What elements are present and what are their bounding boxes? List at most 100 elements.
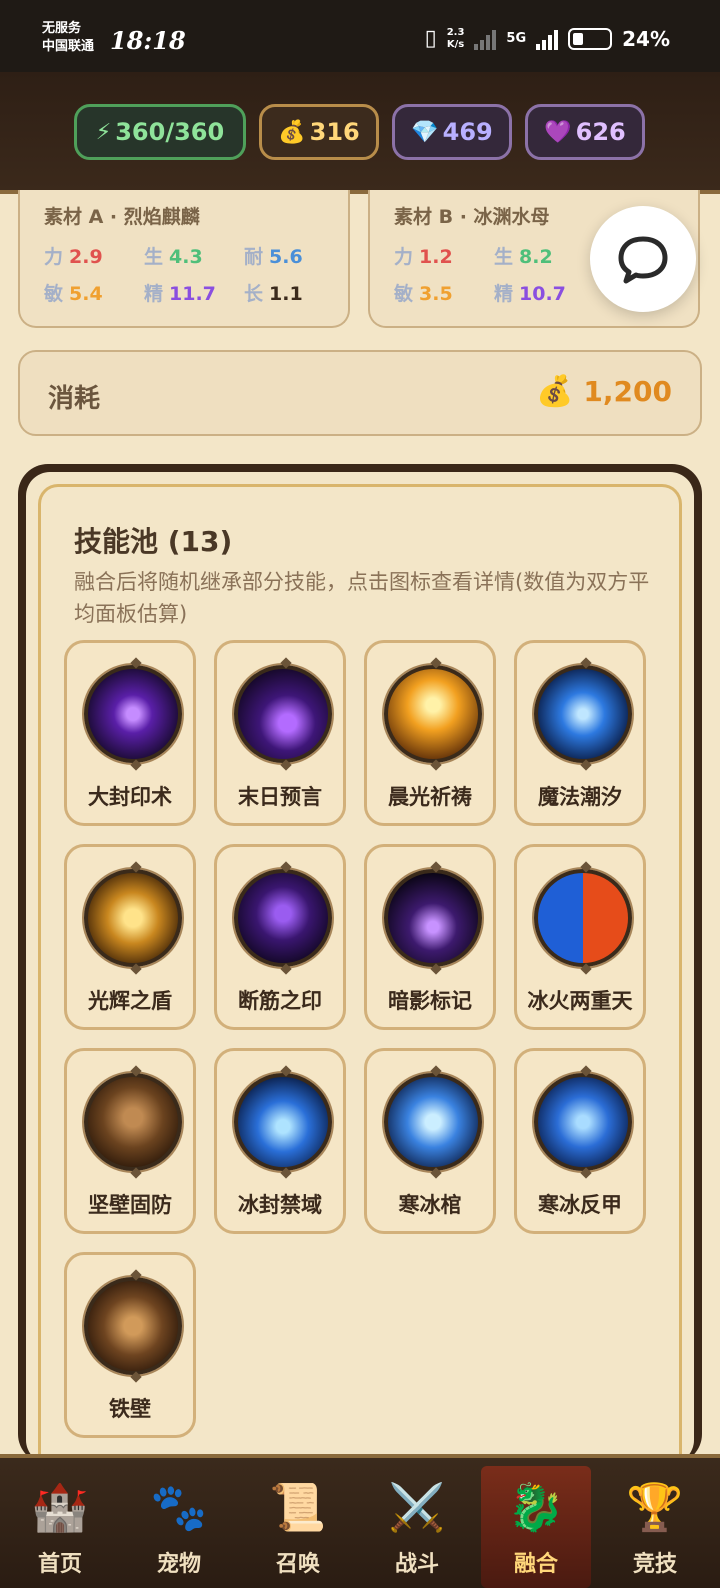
skill-card-grand-seal[interactable]: 大封印术 <box>64 640 196 826</box>
status-icons: ▯ 2.3 K/s 5G 24% <box>425 26 670 51</box>
skill-name: 冰火两重天 <box>527 989 633 1013</box>
lightning-icon: ⚡ <box>95 119 112 145</box>
nav-label: 宠物 <box>156 1552 201 1577</box>
energy-value: 360/360 <box>115 118 225 146</box>
energy-counter[interactable]: ⚡ 360/360 <box>74 104 246 160</box>
skill-card-fortify[interactable]: 坚壁固防 <box>64 1048 196 1234</box>
resource-header: ⚡ 360/360 💰 316 💎 469 💜 626 <box>0 72 720 194</box>
clock: 18:18 <box>110 26 186 55</box>
diamond-value: 469 <box>442 118 493 146</box>
chat-button[interactable] <box>590 206 696 312</box>
skill-card-tendon-seal[interactable]: 断筋之印 <box>214 844 346 1030</box>
crossed-swords-icon: ⚔️ <box>388 1480 446 1534</box>
skill-card-doom-prophecy[interactable]: 末日预言 <box>214 640 346 826</box>
ice-crystal-icon <box>234 1073 332 1171</box>
money-bag-icon: 💰 <box>278 119 306 145</box>
praying-figure-icon <box>384 665 482 763</box>
signal-icon-sim1 <box>474 28 497 50</box>
nav-label: 战斗 <box>394 1552 439 1577</box>
lion-shield-icon <box>84 869 182 967</box>
net-speed: 2.3 K/s <box>447 27 465 51</box>
carrier-info: 无服务 中国联通 <box>42 20 94 56</box>
stat-vitality: 生 8.2 <box>494 246 553 268</box>
gem-counter[interactable]: 💜 626 <box>525 104 645 160</box>
battery-icon <box>568 27 613 50</box>
diamond-icon: 💎 <box>411 119 439 145</box>
skill-name: 魔法潮汐 <box>538 785 622 809</box>
stat-spirit: 精 10.7 <box>494 283 566 305</box>
skill-name: 寒冰反甲 <box>538 1193 622 1217</box>
rock-icon <box>84 1277 182 1375</box>
chat-bubble-icon <box>618 236 668 284</box>
skill-card-radiant-shield[interactable]: 光辉之盾 <box>64 844 196 1030</box>
stat-growth: 长 1.1 <box>244 283 303 305</box>
scroll-icon: 📜 <box>269 1480 327 1534</box>
skill-card-ice-coffin[interactable]: 寒冰棺 <box>364 1048 496 1234</box>
skill-name: 大封印术 <box>88 785 172 809</box>
net-speed-unit: K/s <box>446 38 465 50</box>
battery-percent: 24% <box>622 26 670 51</box>
vibrate-icon: ▯ <box>424 26 437 51</box>
dragon-icon: 🐉 <box>507 1480 565 1534</box>
gem-value: 626 <box>575 118 626 146</box>
nav-label: 首页 <box>37 1552 82 1577</box>
cost-amount: 💰 1,200 <box>536 374 672 409</box>
stat-spirit: 精 11.7 <box>144 283 216 305</box>
skill-card-ice-fire[interactable]: 冰火两重天 <box>514 844 646 1030</box>
gold-counter[interactable]: 💰 316 <box>259 104 379 160</box>
sigil-icon <box>84 665 182 763</box>
skill-card-frost-armor[interactable]: 寒冰反甲 <box>514 1048 646 1234</box>
skill-name: 寒冰棺 <box>398 1193 462 1217</box>
nav-label: 竞技 <box>632 1552 677 1577</box>
ice-golem-icon <box>534 1073 632 1171</box>
bottom-nav: 🏰 首页 🐾 宠物 📜 召唤 ⚔️ 战斗 🐉 融合 🏆 竞技 <box>0 1454 720 1588</box>
skill-pool-description: 融合后将随机继承部分技能，点击图标查看详情(数值为双方平均面板估算) <box>74 570 650 626</box>
skill-card-magic-tide[interactable]: 魔法潮汐 <box>514 640 646 826</box>
money-bag-icon: 💰 <box>536 374 574 409</box>
trophy-icon: 🏆 <box>626 1480 684 1534</box>
stone-wall-icon <box>84 1073 182 1171</box>
skill-card-iron-wall[interactable]: 铁壁 <box>64 1252 196 1438</box>
carrier-line-2: 中国联通 <box>42 39 95 54</box>
material-b-title: 素材 B · 冰渊水母 <box>394 206 550 228</box>
skill-pool-title: 技能池 (13) <box>74 525 233 558</box>
skill-name: 暗影标记 <box>388 989 472 1013</box>
stat-endurance: 耐 5.6 <box>244 246 303 268</box>
material-a-card[interactable]: 素材 A · 烈焰麒麟 力 2.9 生 4.3 耐 5.6 敏 5.4 精 11.7 长1… <box>18 190 350 328</box>
skill-card-dawn-prayer[interactable]: 晨光祈祷 <box>364 640 496 826</box>
skill-card-frozen-domain[interactable]: 冰封禁域 <box>214 1048 346 1234</box>
cost-label: 消耗 <box>48 384 101 414</box>
shadow-figure-icon <box>384 869 482 967</box>
status-bar: 无服务 中国联通 18:18 ▯ 2.3 K/s 5G 24% <box>0 0 720 72</box>
skill-name: 末日预言 <box>238 785 322 809</box>
diamond-counter[interactable]: 💎 469 <box>392 104 512 160</box>
nav-item-fusion[interactable]: 🐉 融合 <box>481 1466 591 1588</box>
nav-item-battle[interactable]: ⚔️ 战斗 <box>362 1466 472 1588</box>
nav-item-home[interactable]: 🏰 首页 <box>5 1466 115 1588</box>
skill-name: 光辉之盾 <box>88 989 172 1013</box>
nav-label: 召唤 <box>275 1552 320 1577</box>
stat-vitality: 生 4.3 <box>144 246 203 268</box>
castle-icon: 🏰 <box>31 1480 89 1534</box>
skill-name: 断筋之印 <box>238 989 322 1013</box>
stat-strength: 力 2.9 <box>44 246 103 268</box>
nav-item-arena[interactable]: 🏆 竞技 <box>600 1466 710 1588</box>
water-swirl-icon <box>534 665 632 763</box>
carrier-line-1: 无服务 <box>42 21 82 36</box>
skill-name: 冰封禁域 <box>238 1193 322 1217</box>
net-speed-value: 2.3 <box>446 26 465 38</box>
cost-value: 1,200 <box>583 375 672 408</box>
purple-heart-icon: 💜 <box>544 119 572 145</box>
nav-label: 融合 <box>513 1552 558 1577</box>
nav-item-pets[interactable]: 🐾 宠物 <box>124 1466 234 1588</box>
dark-sorcerer-icon <box>234 665 332 763</box>
skill-name: 坚壁固防 <box>88 1193 172 1217</box>
nav-item-summon[interactable]: 📜 召唤 <box>243 1466 353 1588</box>
skill-name: 晨光祈祷 <box>388 785 472 809</box>
shadow-warrior-icon <box>234 869 332 967</box>
ice-coffin-icon <box>384 1073 482 1171</box>
gold-value: 316 <box>309 118 360 146</box>
skill-name: 铁壁 <box>109 1397 151 1421</box>
skill-card-shadow-mark[interactable]: 暗影标记 <box>364 844 496 1030</box>
stat-agility: 敏 5.4 <box>44 283 103 305</box>
